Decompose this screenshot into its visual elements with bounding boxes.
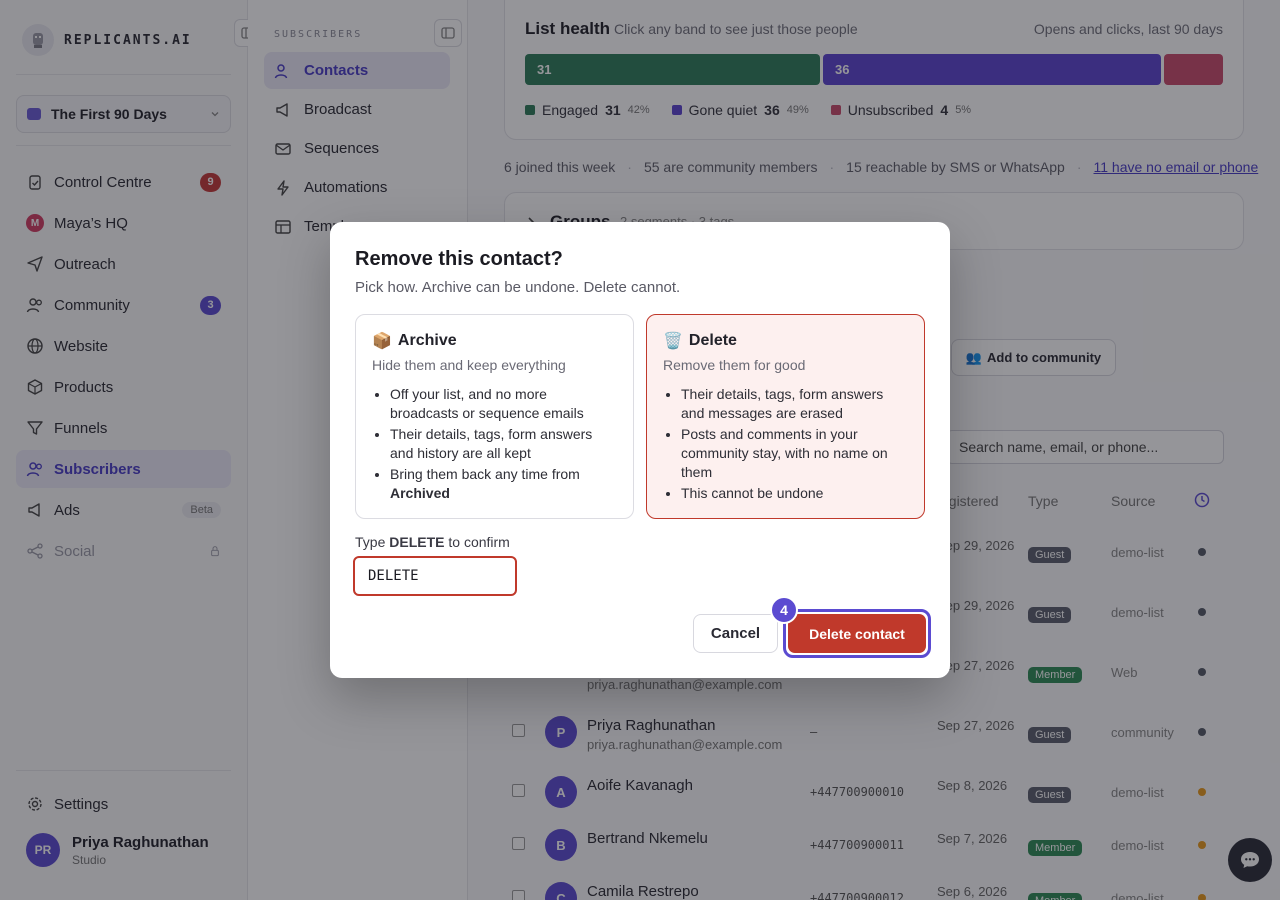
archived-label: Archived [390,485,450,501]
cancel-button[interactable]: Cancel [693,614,778,653]
delete-contact-button[interactable]: Delete contact [788,614,926,653]
dialog-subtitle: Pick how. Archive can be undone. Delete … [355,279,681,296]
list-item: Their details, tags, form answers and me… [681,385,908,423]
remove-contact-dialog: Remove this contact? Pick how. Archive c… [330,222,950,678]
confirm-prefix: Type [355,534,386,550]
option-description: Remove them for good [663,357,806,373]
confirm-delete-input[interactable] [353,556,517,596]
archive-option[interactable]: 📦 Archive Hide them and keep everything … [355,314,634,519]
list-item: Their details, tags, form answers and hi… [390,425,617,463]
trash-icon: 🗑️ [663,333,683,350]
option-points: Off your list, and no more broadcasts or… [372,385,617,503]
confirm-label: Type DELETE to confirm [355,534,510,550]
list-item: This cannot be undone [681,484,908,503]
option-points: Their details, tags, form answers and me… [663,385,908,503]
option-heading: 📦 Archive [372,331,617,351]
list-item-text: Bring them back any time from [390,466,580,482]
dialog-title: Remove this contact? [355,248,563,270]
option-description: Hide them and keep everything [372,357,566,373]
list-item: Off your list, and no more broadcasts or… [390,385,617,423]
step-badge: 4 [770,596,798,624]
option-title: Archive [397,332,457,349]
delete-option[interactable]: 🗑️ Delete Remove them for good Their det… [646,314,925,519]
confirm-keyword: DELETE [389,534,445,550]
option-heading: 🗑️ Delete [663,331,908,351]
list-item: Bring them back any time from Archived [390,465,617,503]
package-icon: 📦 [372,333,392,350]
list-item: Posts and comments in your community sta… [681,425,908,482]
option-title: Delete [688,332,737,349]
confirm-suffix: to confirm [448,534,510,550]
